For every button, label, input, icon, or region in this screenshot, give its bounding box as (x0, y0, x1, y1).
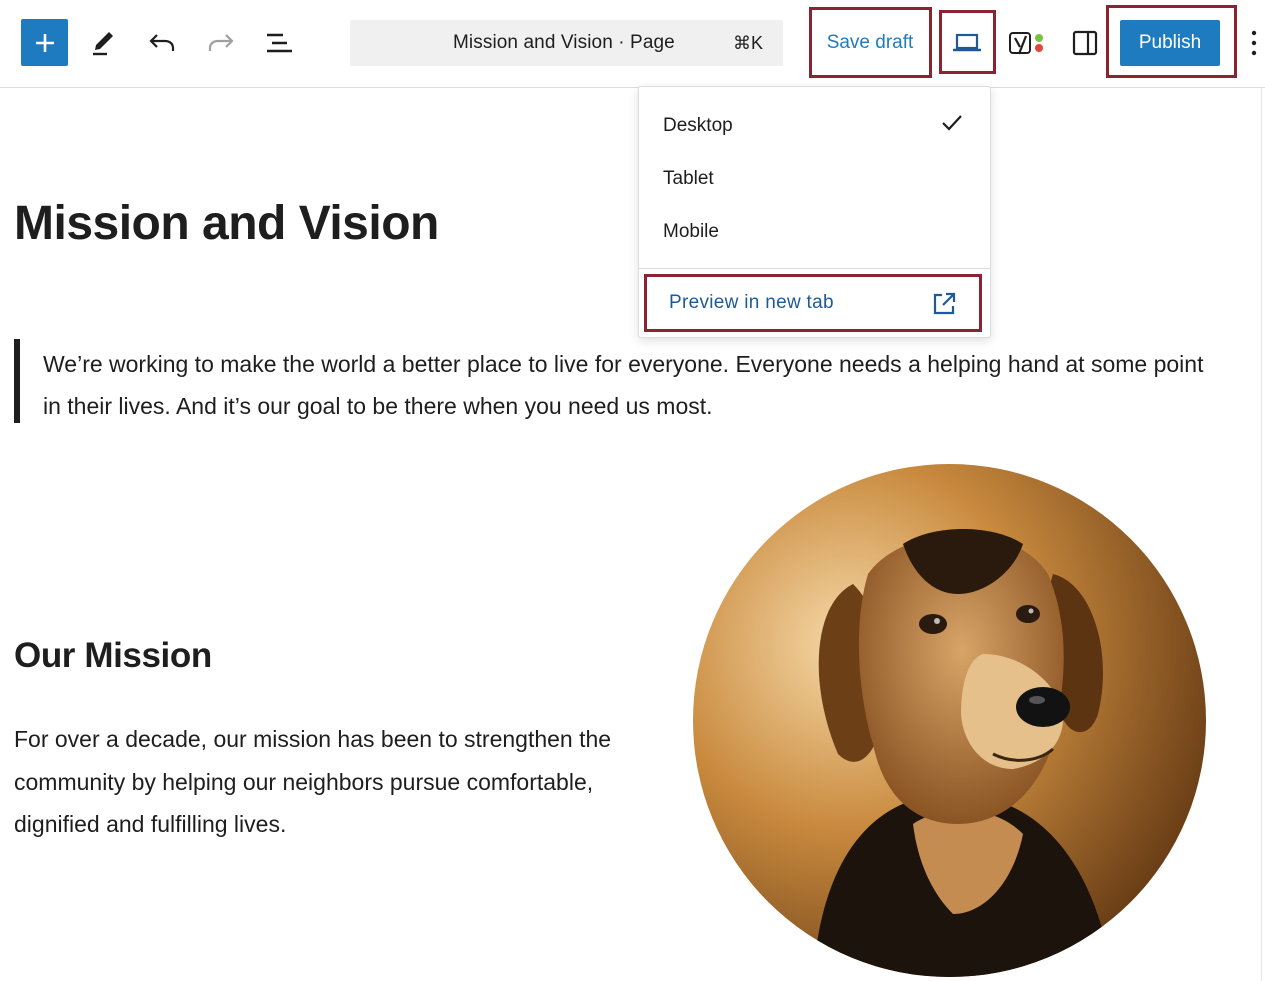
preview-button[interactable] (944, 20, 990, 66)
menu-item-desktop-label: Desktop (663, 115, 733, 136)
canvas-edge (1261, 88, 1262, 981)
checkmark-icon (942, 115, 962, 131)
menu-separator (639, 268, 990, 269)
document-overview-button[interactable] (256, 20, 302, 66)
undo-icon (149, 34, 175, 51)
settings-sidebar-button[interactable] (1062, 20, 1108, 66)
plus-icon (35, 33, 54, 52)
yoast-seo-icon (1009, 32, 1043, 55)
external-link-icon (933, 292, 956, 315)
mission-paragraph[interactable]: For over a decade, our mission has been … (14, 718, 614, 846)
yoast-seo-button[interactable] (1004, 20, 1050, 66)
dog-portrait-illustration (693, 464, 1206, 977)
quote-text[interactable]: We’re working to make the world a better… (43, 343, 1213, 427)
menu-item-desktop[interactable]: Desktop (663, 115, 963, 137)
tools-button[interactable] (80, 20, 126, 66)
command-shortcut: ⌘K (732, 33, 763, 53)
list-view-icon (267, 33, 292, 53)
command-palette-bar[interactable]: Mission and Vision · Page ⌘K (350, 20, 783, 66)
pencil-icon (93, 32, 113, 56)
preview-dropdown-menu: Desktop Tablet Mobile Preview in new tab (638, 86, 991, 338)
menu-item-mobile[interactable]: Mobile (663, 221, 963, 243)
document-title: Mission and Vision · Page (453, 32, 675, 53)
laptop-icon (953, 33, 981, 52)
menu-item-tablet[interactable]: Tablet (663, 168, 963, 190)
undo-button[interactable] (139, 20, 185, 66)
add-block-button[interactable] (21, 19, 68, 66)
page-heading[interactable]: Mission and Vision (14, 196, 439, 251)
redo-button[interactable] (198, 20, 244, 66)
dog-portrait-image[interactable] (693, 464, 1206, 977)
mission-heading[interactable]: Our Mission (14, 636, 212, 676)
save-draft-button[interactable]: Save draft (814, 20, 926, 66)
preview-in-new-tab-link[interactable]: Preview in new tab (669, 292, 834, 314)
sidebar-toggle-icon (1072, 30, 1098, 56)
menu-item-mobile-label: Mobile (663, 221, 719, 242)
more-vertical-icon (1251, 30, 1257, 56)
publish-button[interactable]: Publish (1120, 20, 1220, 66)
menu-item-tablet-label: Tablet (663, 168, 714, 189)
options-button[interactable] (1244, 27, 1264, 59)
quote-block[interactable]: We’re working to make the world a better… (14, 339, 1214, 423)
redo-icon (208, 34, 234, 51)
editor-toolbar: Mission and Vision · Page ⌘K Save draft … (0, 0, 1265, 88)
